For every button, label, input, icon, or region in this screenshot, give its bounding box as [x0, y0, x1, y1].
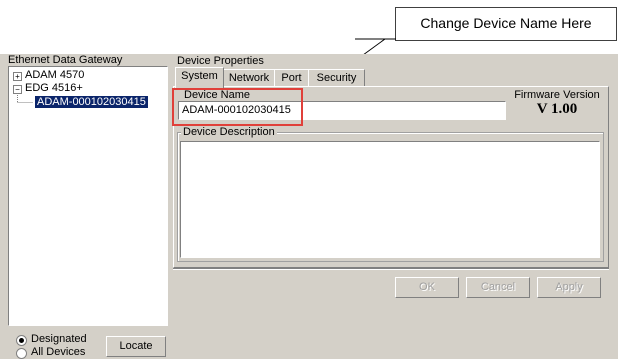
all-devices-radio[interactable] — [16, 348, 27, 359]
device-description-label: Device Description — [181, 126, 277, 138]
device-description-textarea[interactable] — [180, 141, 600, 258]
apply-button[interactable]: Apply — [537, 277, 601, 298]
designated-label: Designated — [31, 333, 87, 345]
expand-icon[interactable]: + — [13, 72, 22, 81]
ok-button[interactable]: OK — [395, 277, 459, 298]
cancel-button[interactable]: Cancel — [466, 277, 530, 298]
tab-system[interactable]: System — [175, 67, 224, 88]
tab-port[interactable]: Port — [274, 69, 309, 87]
firmware-version-label: Firmware Version — [514, 89, 600, 101]
device-name-highlight — [172, 88, 303, 126]
tab-network[interactable]: Network — [223, 69, 275, 87]
designated-radio[interactable] — [16, 335, 27, 346]
firmware-version-value: V 1.00 — [536, 101, 578, 117]
tree-connector — [17, 93, 33, 103]
device-properties-title: Device Properties — [177, 55, 264, 67]
tab-security[interactable]: Security — [308, 69, 365, 87]
device-tree[interactable]: + ADAM 4570 − EDG 4516+ ADAM-00010203041… — [8, 66, 168, 326]
tree-item-adam-000102030415[interactable]: ADAM-000102030415 — [34, 95, 149, 109]
button-divider — [173, 268, 609, 270]
gateway-panel-title: Ethernet Data Gateway — [8, 54, 123, 66]
all-devices-label: All Devices — [31, 346, 86, 358]
tree-item-adam-4570[interactable]: ADAM 4570 — [25, 69, 84, 81]
locate-button[interactable]: Locate — [106, 336, 166, 357]
